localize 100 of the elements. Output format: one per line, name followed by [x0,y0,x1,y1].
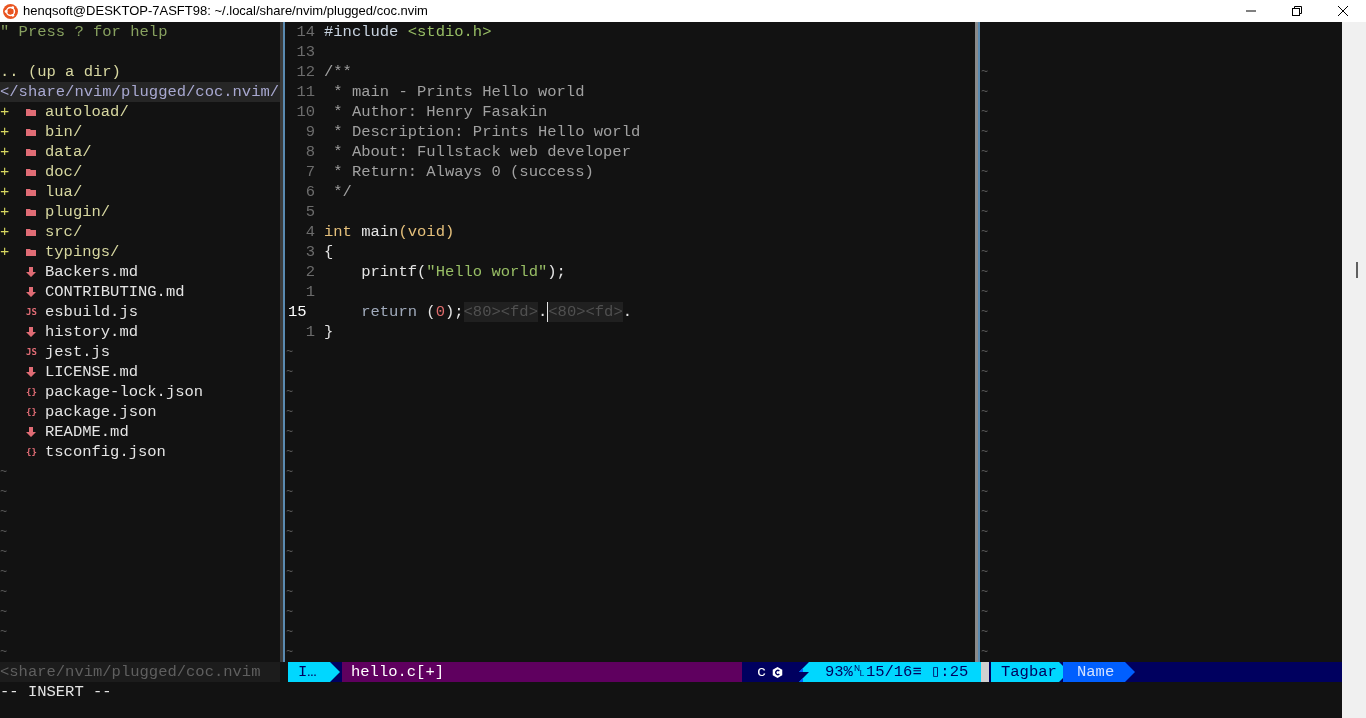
empty-line-tilde: ~ [981,424,990,441]
line-number: 5 [304,202,316,222]
code-line: } [324,322,334,342]
empty-line-tilde: ~ [981,384,990,401]
folder-name[interactable]: doc/ [45,162,83,182]
empty-line-tilde: ~ [981,264,990,281]
empty-line-tilde: ~ [981,124,990,141]
mode-indicator: I… [288,662,340,682]
expand-marker[interactable]: + [0,222,26,242]
file-name[interactable]: LICENSE.md [45,362,138,382]
empty-line-tilde: ~ [286,444,295,461]
file-name-segment: hello.c[+] [342,662,742,682]
empty-line-tilde: ~ [981,284,990,301]
line-number: 9 [304,122,316,142]
empty-line-tilde: ~ [981,624,990,641]
help-text: " Press ? for help [0,22,169,42]
empty-line-tilde: ~ [0,464,9,481]
file-name[interactable]: tsconfig.json [45,442,166,462]
empty-line-tilde: ~ [981,204,990,221]
file-name[interactable]: Backers.md [45,262,138,282]
line-number: 7 [304,162,316,182]
empty-line-tilde: ~ [286,464,295,481]
file-name[interactable]: CONTRIBUTING.md [45,282,185,302]
empty-line-tilde: ~ [286,364,295,381]
line-number: 15 [287,302,308,322]
empty-line-tilde: ~ [981,504,990,521]
expand-marker[interactable]: + [0,142,26,162]
empty-line-tilde: ~ [981,64,990,81]
line-number: 1 [304,282,316,302]
empty-line-tilde: ~ [0,604,9,621]
down-arrow-icon [26,327,36,337]
code-line: * Return: Always 0 (success) [332,162,594,182]
code-line: */ [332,182,352,202]
line-number: 6 [304,182,316,202]
empty-line-tilde: ~ [286,344,295,361]
line-number: 13 [295,42,316,62]
code-line: * main - Prints Hello world [332,82,585,102]
expand-marker[interactable]: + [0,182,26,202]
expand-marker[interactable]: + [0,122,26,142]
code-line: /** [324,62,352,82]
expand-marker[interactable]: + [0,102,26,122]
folder-name[interactable]: plugin/ [45,202,111,222]
folder-name[interactable]: typings/ [45,242,120,262]
empty-line-tilde: ~ [981,464,990,481]
status-path: <share/nvim/plugged/coc.nvim [0,662,288,682]
code-line: * Description: Prints Hello world [332,122,641,142]
file-type-icon: {} [26,387,37,397]
tree-root-path: </share/nvim/plugged/coc.nvim/ [0,82,280,102]
status-separator [981,662,989,682]
file-name[interactable]: package.json [45,402,157,422]
empty-line-tilde: ~ [0,544,9,561]
down-arrow-icon [26,367,36,377]
code-line: int main(void) [324,222,455,242]
empty-line-tilde: ~ [0,524,9,541]
line-number: 1 [304,322,316,342]
empty-line-tilde: ~ [286,624,295,641]
file-name[interactable]: package-lock.json [45,382,204,402]
expand-marker[interactable]: + [0,202,26,222]
empty-line-tilde: ~ [286,504,295,521]
folder-name[interactable]: lua/ [45,182,83,202]
empty-line-tilde: ~ [981,84,990,101]
empty-line-tilde: ~ [981,244,990,261]
line-number: 14 [295,22,316,42]
folder-name[interactable]: data/ [45,142,92,162]
folder-name[interactable]: autoload/ [45,102,129,122]
ubuntu-logo-icon [3,3,18,19]
empty-line-tilde: ~ [286,484,295,501]
empty-line-tilde: ~ [981,324,990,341]
empty-line-tilde: ~ [286,404,295,421]
file-name[interactable]: jest.js [45,342,111,362]
empty-line-tilde: ~ [981,104,990,121]
line-number: 10 [295,102,316,122]
empty-line-tilde: ~ [981,304,990,321]
empty-line-tilde: ~ [286,564,295,581]
expand-marker[interactable]: + [0,162,26,182]
down-arrow-icon [26,427,36,437]
folder-name[interactable]: bin/ [45,122,83,142]
code-line: { [324,242,334,262]
empty-line-tilde: ~ [286,384,295,401]
empty-line-tilde: ~ [981,144,990,161]
empty-line-tilde: ~ [0,624,9,641]
command-line: -- INSERT -- [0,682,113,702]
expand-marker[interactable]: + [0,242,26,262]
empty-line-tilde: ~ [286,644,295,661]
file-name[interactable]: history.md [45,322,138,342]
file-type-icon: {} [26,447,37,457]
empty-line-tilde: ~ [981,484,990,501]
line-number: 8 [304,142,316,162]
empty-line-tilde: ~ [0,584,9,601]
up-dir-link[interactable]: .. (up a dir) [0,62,280,82]
file-name[interactable]: esbuild.js [45,302,138,322]
empty-line-tilde: ~ [286,524,295,541]
close-icon [1338,6,1348,16]
restore-icon [1292,6,1302,16]
file-name[interactable]: README.md [45,422,129,442]
window-title: henqsoft@DESKTOP-7ASFT98: ~/.local/share/nvim/plugged/coc.nvim [23,2,428,21]
line-number: 3 [304,242,316,262]
folder-name[interactable]: src/ [45,222,83,242]
empty-line-tilde: ~ [286,604,295,621]
tagbar-sort-label: Name [1063,662,1135,682]
